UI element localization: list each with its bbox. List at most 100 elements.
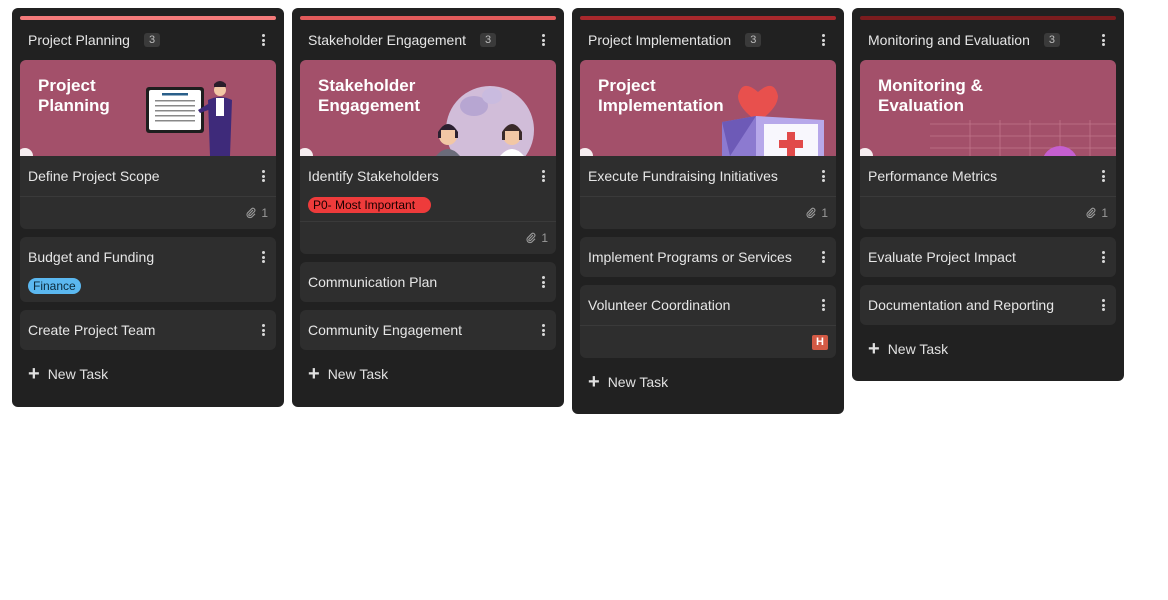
column-more-icon[interactable] [536, 32, 550, 48]
card-footer: 1 [20, 196, 276, 229]
new-task-label: New Task [327, 366, 389, 382]
card-title: Communication Plan [308, 274, 438, 290]
card-more-icon[interactable] [1096, 168, 1110, 184]
task-card-identify-stakeholders[interactable]: Stakeholder Engagement Identify Stakehol… [300, 60, 556, 254]
grid-chart-illustration [860, 120, 1116, 156]
finance-tag: Finance [28, 278, 81, 294]
card-title: Create Project Team [28, 322, 156, 338]
card-footer: 1 [580, 196, 836, 229]
card-title-row: Communication Plan [300, 262, 556, 302]
task-card-implement-programs-or-services[interactable]: Implement Programs or Services [580, 237, 836, 277]
cover-image: Monitoring & Evaluation [860, 60, 1116, 156]
column-title: Project Implementation [588, 32, 732, 48]
card-title: Evaluate Project Impact [868, 249, 1016, 265]
card-title-row: Volunteer Coordination [580, 285, 836, 325]
attachment-indicator[interactable]: 1 [805, 206, 828, 220]
paperclip-icon [806, 207, 816, 219]
column-count: 3 [745, 33, 762, 47]
plus-icon: + [28, 363, 40, 385]
attachment-count: 1 [541, 231, 548, 245]
kanban-board: Project Planning 3 Project Planning Defi… [0, 0, 1168, 600]
task-card-budget-and-funding[interactable]: Budget and Funding Finance [20, 237, 276, 302]
card-title: Implement Programs or Services [588, 249, 792, 265]
presentation-illustration [20, 81, 232, 156]
attachment-indicator[interactable]: 1 [1085, 206, 1108, 220]
card-more-icon[interactable] [816, 168, 830, 184]
card-more-icon[interactable] [816, 249, 830, 265]
new-task-label: New Task [47, 366, 109, 382]
task-card-communication-plan[interactable]: Communication Plan [300, 262, 556, 302]
task-card-create-project-team[interactable]: Create Project Team [20, 310, 276, 350]
column-header: Monitoring and Evaluation 3 [860, 20, 1116, 60]
card-title: Community Engagement [308, 322, 463, 338]
task-card-volunteer-coordination[interactable]: Volunteer Coordination H [580, 285, 836, 358]
column-project-implementation: Project Implementation 3 Project Impleme… [572, 8, 844, 414]
card-title-row: Create Project Team [20, 310, 276, 350]
card-title: Define Project Scope [28, 168, 160, 184]
donation-box-illustration [580, 85, 824, 156]
priority-h-icon: H [812, 334, 828, 350]
card-title: Documentation and Reporting [868, 297, 1055, 313]
column-more-icon[interactable] [256, 32, 270, 48]
new-task-button[interactable]: + New Task [300, 350, 556, 398]
column-count: 3 [1043, 33, 1061, 47]
task-card-performance-metrics[interactable]: Monitoring & Evaluation Performance Metr… [860, 60, 1116, 229]
card-more-icon[interactable] [536, 322, 550, 338]
column-title: Monitoring and Evaluation [868, 32, 1030, 48]
card-footer: 1 [300, 221, 556, 254]
cover-image: Stakeholder Engagement [300, 60, 556, 156]
attachment-indicator[interactable]: 1 [525, 231, 548, 245]
new-task-button[interactable]: + New Task [20, 350, 276, 398]
cover-image: Project Implementation [580, 60, 836, 156]
card-title: Volunteer Coordination [588, 297, 731, 313]
card-more-icon[interactable] [816, 297, 830, 313]
column-project-planning: Project Planning 3 Project Planning Defi… [12, 8, 284, 407]
card-more-icon[interactable] [536, 168, 550, 184]
new-task-button[interactable]: + New Task [860, 325, 1116, 373]
column-more-icon[interactable] [816, 32, 830, 48]
task-card-documentation-and-reporting[interactable]: Documentation and Reporting [860, 285, 1116, 325]
card-title-row: Implement Programs or Services [580, 237, 836, 277]
column-stakeholder-engagement: Stakeholder Engagement 3 Stakeholder Eng… [292, 8, 564, 407]
card-title-row: Identify Stakeholders [300, 156, 556, 196]
task-card-define-project-scope[interactable]: Project Planning Define Project Scope 1 [20, 60, 276, 229]
column-header: Project Planning 3 [20, 20, 276, 60]
card-title-row: Evaluate Project Impact [860, 237, 1116, 277]
card-more-icon[interactable] [256, 322, 270, 338]
plus-icon: + [308, 363, 320, 385]
column-more-icon[interactable] [1096, 32, 1110, 48]
column-title: Project Planning [28, 32, 130, 48]
card-title: Performance Metrics [868, 168, 998, 184]
attachment-count: 1 [261, 206, 268, 220]
cover-image: Project Planning [20, 60, 276, 156]
attachment-count: 1 [821, 206, 828, 220]
paperclip-icon [246, 207, 256, 219]
card-more-icon[interactable] [1096, 249, 1110, 265]
card-more-icon[interactable] [256, 249, 270, 265]
new-task-label: New Task [887, 341, 949, 357]
task-card-community-engagement[interactable]: Community Engagement [300, 310, 556, 350]
plus-icon: + [868, 338, 880, 360]
attachment-count: 1 [1101, 206, 1108, 220]
card-title: Identify Stakeholders [308, 168, 439, 184]
card-more-icon[interactable] [1096, 297, 1110, 313]
card-more-icon[interactable] [536, 274, 550, 290]
plus-icon: + [588, 371, 600, 393]
card-more-icon[interactable] [256, 168, 270, 184]
people-talking-illustration [300, 86, 534, 156]
task-card-evaluate-project-impact[interactable]: Evaluate Project Impact [860, 237, 1116, 277]
column-count: 3 [480, 33, 497, 47]
column-monitoring-and-evaluation: Monitoring and Evaluation 3 Monitoring &… [852, 8, 1124, 381]
column-count: 3 [143, 33, 161, 47]
card-title-row: Documentation and Reporting [860, 285, 1116, 325]
column-header: Project Implementation 3 [580, 20, 836, 60]
column-header: Stakeholder Engagement 3 [300, 20, 556, 60]
priority-tag: P0- Most Important [308, 197, 432, 213]
card-title-row: Performance Metrics [860, 156, 1116, 196]
new-task-button[interactable]: + New Task [580, 358, 836, 406]
card-title: Execute Fundraising Initiatives [588, 168, 778, 184]
paperclip-icon [526, 232, 536, 244]
task-card-execute-fundraising-initiatives[interactable]: Project Implementation Execute Fundraisi… [580, 60, 836, 229]
card-title-row: Define Project Scope [20, 156, 276, 196]
attachment-indicator[interactable]: 1 [245, 206, 268, 220]
